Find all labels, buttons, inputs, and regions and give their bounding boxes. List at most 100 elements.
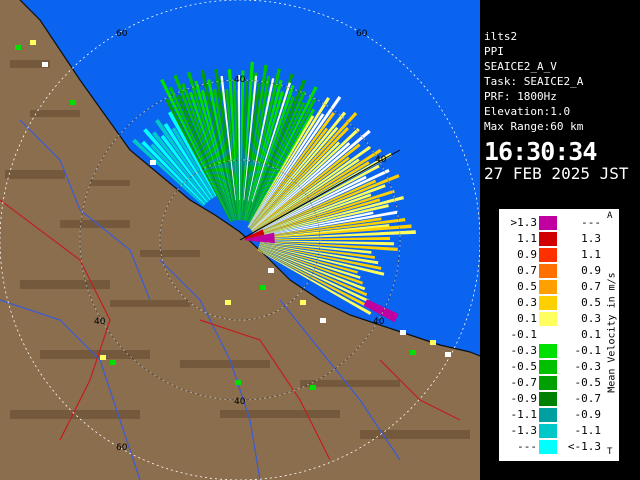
scan-time: 16:30:34 bbox=[484, 137, 597, 166]
task-name: Task: SEAICE2_A bbox=[484, 75, 584, 88]
echo-clutter bbox=[310, 385, 316, 390]
legend-row-lower-label: 0.3 bbox=[581, 312, 601, 325]
echo-clutter bbox=[70, 100, 76, 105]
ppi-radar-map: 60 60 40 40 40 40 40 60 bbox=[0, 0, 480, 480]
radar-display: 60 60 40 40 40 40 40 60 ilts2 PPI SEAICE… bbox=[0, 0, 640, 480]
scan-type: PPI bbox=[484, 45, 504, 58]
legend-color-swatch bbox=[539, 296, 557, 310]
echo-clutter bbox=[300, 300, 306, 305]
legend-row-upper-label: 0.5 bbox=[517, 280, 537, 293]
legend-row-upper-label: -0.1 bbox=[510, 328, 538, 341]
echo-clutter bbox=[150, 160, 156, 165]
legend-row: 0.7 0.9 bbox=[499, 263, 609, 279]
legend-row-lower-label: -0.7 bbox=[574, 392, 602, 405]
legend-row-lower-label: -0.5 bbox=[574, 376, 602, 389]
echo-clutter bbox=[430, 340, 436, 345]
legend-row: 0.1 0.3 bbox=[499, 311, 609, 327]
legend-row: -1.3 -1.1 bbox=[499, 423, 609, 439]
echo-clutter bbox=[110, 360, 116, 365]
legend-row-lower-label: 0.5 bbox=[581, 296, 601, 309]
velocity-legend: >1.3 --- 1.1 1.3 0.9 1.1 0.7 0.9 0.5 0.7 0.3 0.5 0.1… bbox=[498, 208, 620, 462]
legend-row-upper-label: 0.3 bbox=[517, 296, 537, 309]
legend-color-swatch bbox=[539, 408, 557, 422]
legend-row-upper-label: 0.9 bbox=[517, 248, 537, 261]
legend-bottom-mark: T bbox=[607, 447, 613, 457]
legend-row: 0.3 0.5 bbox=[499, 295, 609, 311]
range-label: 40 bbox=[234, 397, 246, 407]
legend-row: 0.9 1.1 bbox=[499, 247, 609, 263]
legend-row-lower-label: 0.9 bbox=[581, 264, 601, 277]
legend-color-swatch bbox=[539, 392, 557, 406]
legend-row: --- <-1.3 bbox=[499, 439, 609, 455]
legend-row: -0.1 0.1 bbox=[499, 327, 609, 343]
legend-color-swatch bbox=[539, 360, 557, 374]
legend-row: 0.5 0.7 bbox=[499, 279, 609, 295]
legend-top-mark: A bbox=[607, 211, 613, 221]
echo-clutter bbox=[260, 285, 266, 290]
legend-row-lower-label: 1.3 bbox=[581, 232, 601, 245]
legend-row-upper-label: -1.1 bbox=[510, 408, 538, 421]
echo-clutter bbox=[235, 380, 241, 385]
legend-row-lower-label: -0.9 bbox=[574, 408, 602, 421]
legend-row-lower-label: -0.1 bbox=[574, 344, 602, 357]
legend-row-upper-label: --- bbox=[517, 440, 537, 453]
legend-row-upper-label: -1.3 bbox=[510, 424, 538, 437]
legend-color-swatch bbox=[539, 248, 557, 262]
legend-color-swatch bbox=[539, 376, 557, 390]
legend-row-upper-label: >1.3 bbox=[510, 216, 538, 229]
legend-row: -0.3 -0.1 bbox=[499, 343, 609, 359]
range-label: 40 bbox=[373, 317, 385, 327]
legend-row-upper-label: 0.7 bbox=[517, 264, 537, 277]
max-range-value: Max Range:60 km bbox=[484, 120, 584, 133]
legend-color-swatch bbox=[539, 328, 557, 342]
legend-color-swatch bbox=[539, 232, 557, 246]
legend-color-swatch bbox=[539, 440, 557, 454]
legend-row-lower-label: <-1.3 bbox=[567, 440, 601, 453]
echo-clutter bbox=[400, 330, 406, 335]
range-label: 60 bbox=[116, 443, 128, 453]
legend-row-upper-label: -0.9 bbox=[510, 392, 538, 405]
legend-row: -0.7 -0.5 bbox=[499, 375, 609, 391]
scan-date: 27 FEB 2025 JST bbox=[484, 164, 629, 183]
legend-row: 1.1 1.3 bbox=[499, 231, 609, 247]
range-label: 40 bbox=[94, 317, 106, 327]
echo-clutter bbox=[225, 300, 231, 305]
legend-row-lower-label: 0.1 bbox=[581, 328, 601, 341]
legend-color-swatch bbox=[539, 264, 557, 278]
legend-row-lower-label: -1.1 bbox=[574, 424, 602, 437]
legend-color-swatch bbox=[539, 280, 557, 294]
info-panel: ilts2 PPI SEAICE2_A_V Task: SEAICE2_A PR… bbox=[480, 28, 640, 186]
echo-clutter bbox=[320, 318, 326, 323]
legend-color-swatch bbox=[539, 344, 557, 358]
legend-row-upper-label: 1.1 bbox=[517, 232, 537, 245]
echo-clutter bbox=[42, 62, 48, 67]
legend-row-upper-label: -0.5 bbox=[510, 360, 538, 373]
echo-clutter bbox=[100, 355, 106, 360]
range-label: 40 bbox=[375, 155, 387, 165]
elevation-value: Elevation:1.0 bbox=[484, 105, 571, 118]
range-label: 60 bbox=[116, 29, 128, 39]
product-name: SEAICE2_A_V bbox=[484, 60, 557, 73]
legend-row: -0.9 -0.7 bbox=[499, 391, 609, 407]
legend-title: Mean Velocity in m/s bbox=[606, 272, 618, 393]
echo-clutter bbox=[15, 45, 21, 50]
legend-title-box: Mean Velocity in m/s bbox=[606, 209, 618, 461]
range-label: 60 bbox=[356, 29, 368, 39]
legend-row: -1.1 -0.9 bbox=[499, 407, 609, 423]
range-label: 40 bbox=[234, 75, 246, 85]
legend-row-upper-label: -0.3 bbox=[510, 344, 538, 357]
legend-row: >1.3 --- bbox=[499, 215, 609, 231]
legend-row-lower-label: 0.7 bbox=[581, 280, 601, 293]
legend-row-lower-label: --- bbox=[581, 216, 601, 229]
echo-clutter bbox=[268, 268, 274, 273]
legend-row-lower-label: -0.3 bbox=[574, 360, 602, 373]
radar-name: ilts2 bbox=[484, 30, 518, 43]
legend-row-lower-label: 1.1 bbox=[581, 248, 601, 261]
legend-color-swatch bbox=[539, 216, 557, 230]
echo-clutter bbox=[30, 40, 36, 45]
legend-row: -0.5 -0.3 bbox=[499, 359, 609, 375]
prf-value: PRF: 1800Hz bbox=[484, 90, 557, 103]
legend-color-swatch bbox=[539, 424, 557, 438]
legend-color-swatch bbox=[539, 312, 557, 326]
legend-row-upper-label: -0.7 bbox=[510, 376, 538, 389]
